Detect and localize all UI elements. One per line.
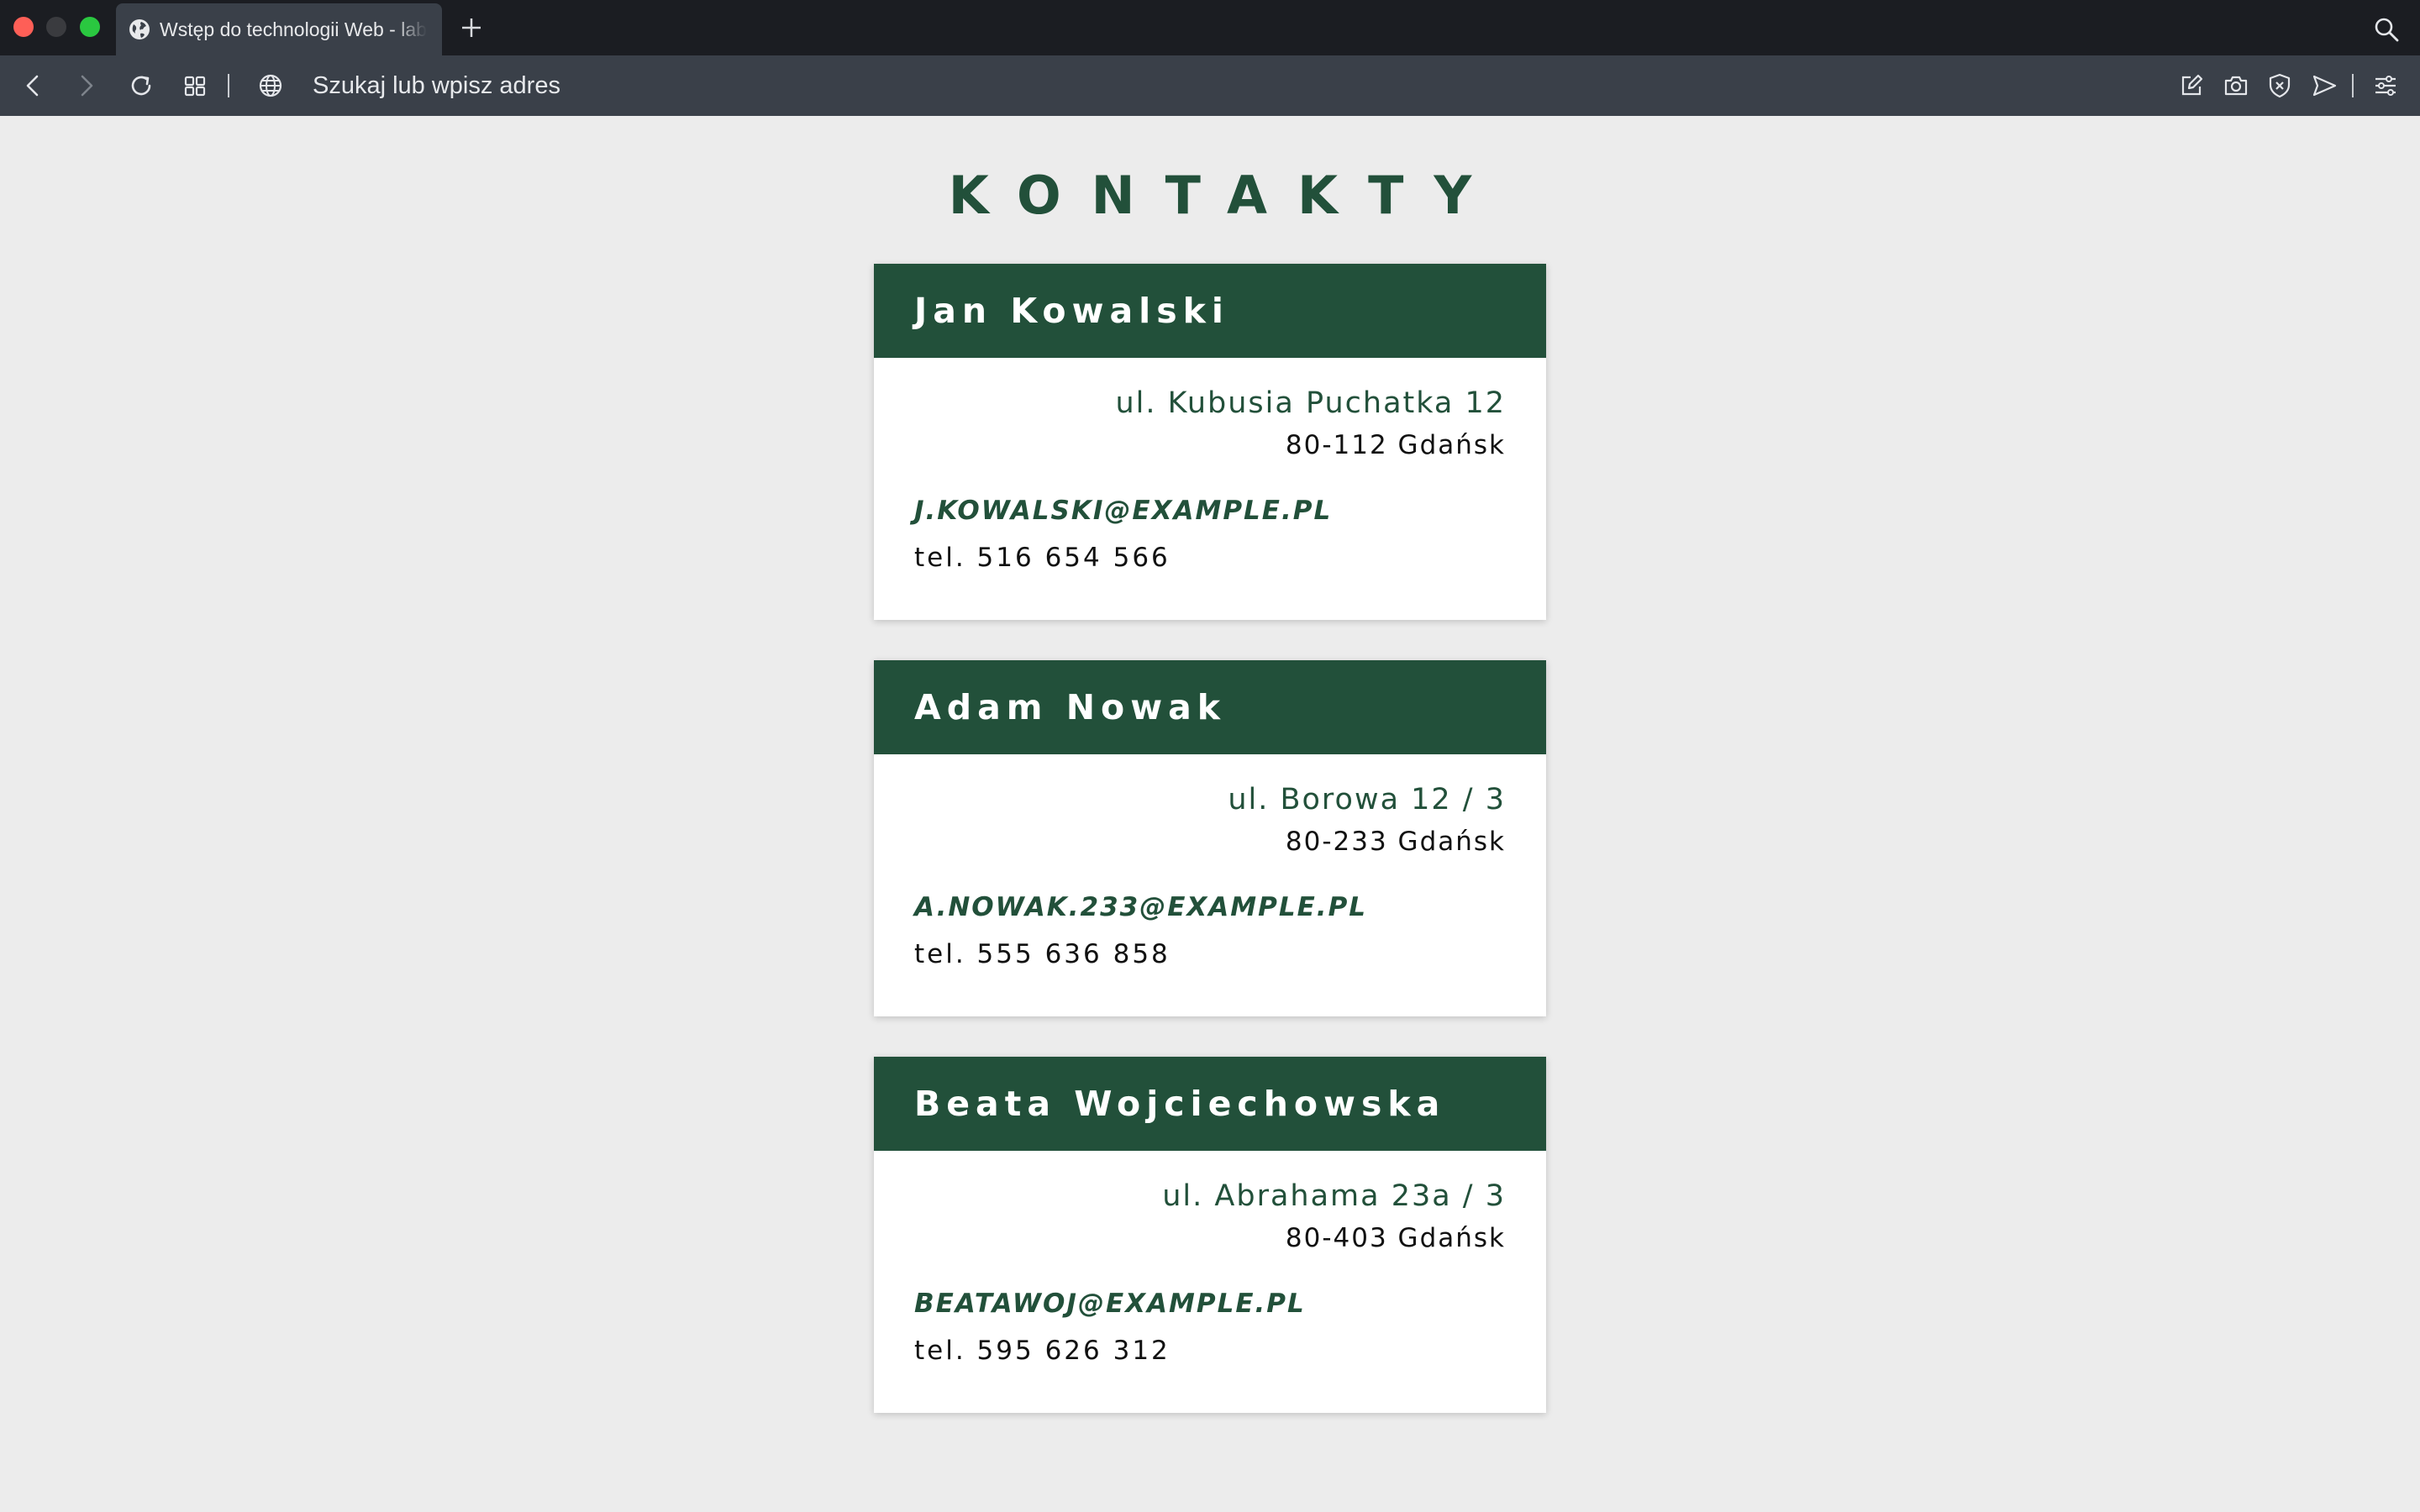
- site-globe-icon[interactable]: [257, 72, 284, 99]
- back-arrow-icon[interactable]: [20, 72, 47, 99]
- maximize-window-button[interactable]: [80, 17, 100, 37]
- tab-title: Wstęp do technologii Web - lab: [160, 18, 427, 40]
- settings-sliders-icon[interactable]: [2372, 72, 2399, 99]
- edit-page-icon[interactable]: [2178, 72, 2205, 99]
- contact-card: Jan Kowalski ul. Kubusia Puchatka 12 80-…: [874, 264, 1546, 620]
- close-window-button[interactable]: [13, 17, 34, 37]
- reload-icon[interactable]: [128, 72, 155, 99]
- new-tab-plus-icon[interactable]: [459, 15, 484, 40]
- globe-icon: [129, 19, 150, 39]
- contact-city: 80-233 Gdańsk: [1285, 827, 1506, 857]
- search-icon[interactable]: [2373, 16, 2400, 43]
- toolbar-divider: [228, 74, 229, 97]
- tab-bar: Wstęp do technologii Web - lab: [0, 0, 2420, 55]
- contact-details: ul. Abrahama 23a / 3 80-403 Gdańsk beata…: [874, 1151, 1546, 1413]
- forward-arrow-icon[interactable]: [72, 72, 99, 99]
- tab-grid-icon[interactable]: [182, 72, 208, 99]
- send-icon[interactable]: [2311, 72, 2338, 99]
- contact-street: ul. Abrahama 23a / 3: [1162, 1179, 1506, 1213]
- contact-street: ul. Kubusia Puchatka 12: [1115, 386, 1506, 420]
- page-content: KONTAKTY Jan Kowalski ul. Kubusia Puchat…: [0, 116, 2420, 1512]
- contact-street: ul. Borowa 12 / 3: [1228, 783, 1506, 816]
- contact-card: Adam Nowak ul. Borowa 12 / 3 80-233 Gdań…: [874, 660, 1546, 1016]
- contact-phone: tel. 595 626 312: [914, 1336, 1171, 1366]
- contact-email[interactable]: a.nowak.233@example.pl: [914, 892, 1367, 922]
- contact-city: 80-112 Gdańsk: [1285, 430, 1506, 460]
- contact-details: ul. Kubusia Puchatka 12 80-112 Gdańsk j.…: [874, 358, 1546, 620]
- shield-block-icon[interactable]: [2266, 72, 2293, 99]
- contact-city: 80-403 Gdańsk: [1285, 1223, 1506, 1253]
- contact-phone: tel. 516 654 566: [914, 543, 1171, 573]
- contact-name: Jan Kowalski: [874, 264, 1546, 358]
- contact-name: Beata Wojciechowska: [874, 1057, 1546, 1151]
- contact-email[interactable]: j.kowalski@example.pl: [914, 496, 1332, 526]
- address-input[interactable]: Szukaj lub wpisz adres: [313, 71, 560, 101]
- camera-icon[interactable]: [2223, 72, 2249, 99]
- contact-name: Adam Nowak: [874, 660, 1546, 754]
- active-tab[interactable]: Wstęp do technologii Web - lab: [116, 3, 442, 55]
- minimize-window-button[interactable]: [46, 17, 66, 37]
- contact-card: Beata Wojciechowska ul. Abrahama 23a / 3…: [874, 1057, 1546, 1413]
- address-bar: Szukaj lub wpisz adres: [0, 55, 2420, 116]
- contact-phone: tel. 555 636 858: [914, 939, 1171, 969]
- contact-details: ul. Borowa 12 / 3 80-233 Gdańsk a.nowak.…: [874, 754, 1546, 1016]
- contact-email[interactable]: beatawoj@example.pl: [914, 1289, 1306, 1319]
- page-title: KONTAKTY: [948, 165, 1502, 226]
- toolbar-divider: [2352, 74, 2354, 97]
